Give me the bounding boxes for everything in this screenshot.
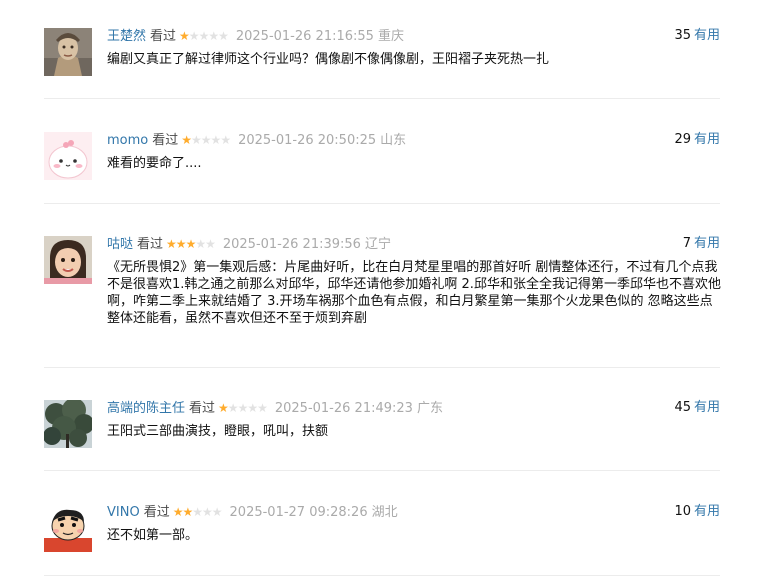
star-filled-icon: ★ bbox=[172, 505, 184, 519]
comment-location: 山东 bbox=[380, 133, 407, 148]
vote-count: 10 bbox=[674, 504, 691, 519]
comment-text: 《无所畏惧2》第一集观后感：片尾曲好听，比在白月梵星里唱的那首好听 剧情整体还行… bbox=[107, 260, 721, 326]
vote-count: 29 bbox=[674, 132, 691, 147]
comment-location: 重庆 bbox=[377, 29, 404, 44]
tree-photo-avatar-icon[interactable] bbox=[44, 400, 92, 448]
vote-count: 35 bbox=[674, 28, 691, 43]
comment-header: VINO 看过 ★★★★★ 2025-01-27 09:28:26 湖北 bbox=[107, 504, 398, 520]
star-filled-icon: ★ bbox=[179, 29, 190, 43]
comment-item: momo 看过 ★★★★★ 2025-01-26 20:50:25 山东 29 有用 难看… bbox=[44, 132, 720, 188]
comment-location: 广东 bbox=[416, 401, 443, 416]
comment-text: 难看的要命了.... bbox=[107, 156, 202, 171]
watch-status: 看过 bbox=[152, 133, 179, 148]
star-empty-icon: ★ bbox=[200, 133, 212, 147]
vote-area: 45 有用 bbox=[674, 400, 720, 416]
comment-time: 2025-01-26 20:50:25 bbox=[238, 133, 377, 148]
star-rating: ★★★★★ bbox=[179, 28, 229, 44]
star-empty-icon: ★ bbox=[210, 133, 222, 147]
watch-status: 看过 bbox=[189, 401, 216, 416]
comment-location: 湖北 bbox=[371, 505, 398, 520]
username-link[interactable]: 咕哒 bbox=[107, 237, 133, 252]
crayon-shin-chan-avatar-icon[interactable] bbox=[44, 504, 92, 552]
star-empty-icon: ★ bbox=[208, 29, 219, 43]
star-empty-icon: ★ bbox=[202, 505, 213, 519]
vote-area: 35 有用 bbox=[674, 28, 720, 44]
star-empty-icon: ★ bbox=[192, 505, 203, 519]
star-empty-icon: ★ bbox=[198, 29, 210, 43]
statue-avatar-icon[interactable] bbox=[44, 28, 92, 76]
comment-item: VINO 看过 ★★★★★ 2025-01-27 09:28:26 湖北 10 有用 还不… bbox=[44, 504, 720, 560]
comment-time: 2025-01-26 21:16:55 bbox=[235, 29, 374, 44]
comment-item: 咕哒 看过 ★★★★★ 2025-01-26 21:39:56 辽宁 7 有用 《无所畏惧… bbox=[44, 236, 721, 346]
star-rating: ★★★★★ bbox=[181, 132, 231, 148]
username-link[interactable]: VINO bbox=[107, 505, 140, 520]
star-empty-icon: ★ bbox=[220, 133, 231, 147]
comment-text: 编剧又真正了解过律师这个行业吗？偶像剧不像偶像剧，王阳褶子夹死热一扎 bbox=[107, 52, 550, 67]
watch-status: 看过 bbox=[150, 29, 177, 44]
comment-text: 还不如第一部。 bbox=[107, 528, 199, 543]
watch-status: 看过 bbox=[137, 237, 164, 252]
comment-item: 高端的陈主任 看过 ★★★★★ 2025-01-26 21:49:23 广东 45 有用 … bbox=[44, 400, 720, 456]
comment-time: 2025-01-27 09:28:26 bbox=[229, 505, 368, 520]
useful-button[interactable]: 有用 bbox=[694, 400, 720, 415]
comment-divider bbox=[44, 367, 720, 368]
comment-divider bbox=[44, 203, 720, 204]
star-filled-icon: ★ bbox=[185, 237, 197, 251]
star-rating: ★★★★★ bbox=[172, 504, 223, 520]
star-rating: ★★★★★ bbox=[218, 400, 268, 416]
comment-item: 王楚然 看过 ★★★★★ 2025-01-26 21:16:55 重庆 35 有用 编剧又… bbox=[44, 28, 720, 84]
useful-button[interactable]: 有用 bbox=[694, 236, 720, 251]
star-empty-icon: ★ bbox=[218, 29, 229, 43]
username-link[interactable]: 王楚然 bbox=[107, 29, 146, 44]
comment-time: 2025-01-26 21:49:23 bbox=[274, 401, 413, 416]
username-link[interactable]: 高端的陈主任 bbox=[107, 401, 185, 416]
star-filled-icon: ★ bbox=[166, 237, 177, 251]
child-photo-avatar-icon[interactable] bbox=[44, 236, 92, 284]
vote-area: 7 有用 bbox=[683, 236, 720, 252]
comment-header: 咕哒 看过 ★★★★★ 2025-01-26 21:39:56 辽宁 bbox=[107, 236, 391, 252]
star-empty-icon: ★ bbox=[195, 237, 206, 251]
comment-text: 王阳式三部曲演技，瞪眼，吼叫，扶额 bbox=[107, 424, 329, 439]
comment-time: 2025-01-26 21:39:56 bbox=[222, 237, 361, 252]
star-rating: ★★★★★ bbox=[166, 236, 216, 252]
watch-status: 看过 bbox=[143, 505, 170, 520]
username-link[interactable]: momo bbox=[107, 133, 148, 148]
comment-header: 高端的陈主任 看过 ★★★★★ 2025-01-26 21:49:23 广东 bbox=[107, 400, 443, 416]
comment-header: 王楚然 看过 ★★★★★ 2025-01-26 21:16:55 重庆 bbox=[107, 28, 404, 44]
comment-divider bbox=[44, 98, 720, 99]
star-empty-icon: ★ bbox=[227, 401, 239, 415]
vote-area: 29 有用 bbox=[674, 132, 720, 148]
star-empty-icon: ★ bbox=[237, 401, 249, 415]
comment-location: 辽宁 bbox=[364, 237, 391, 252]
star-empty-icon: ★ bbox=[257, 401, 268, 415]
comment-divider bbox=[44, 470, 720, 471]
comment-divider bbox=[44, 575, 720, 576]
star-empty-icon: ★ bbox=[188, 29, 200, 43]
comment-header: momo 看过 ★★★★★ 2025-01-26 20:50:25 山东 bbox=[107, 132, 406, 148]
star-filled-icon: ★ bbox=[182, 505, 193, 519]
useful-button[interactable]: 有用 bbox=[694, 504, 720, 519]
star-empty-icon: ★ bbox=[205, 237, 216, 251]
star-filled-icon: ★ bbox=[218, 401, 229, 415]
pink-cartoon-avatar-icon[interactable] bbox=[44, 132, 92, 180]
star-empty-icon: ★ bbox=[247, 401, 258, 415]
star-empty-icon: ★ bbox=[211, 505, 223, 519]
useful-button[interactable]: 有用 bbox=[694, 28, 720, 43]
vote-area: 10 有用 bbox=[674, 504, 720, 520]
star-filled-icon: ★ bbox=[175, 237, 187, 251]
vote-count: 7 bbox=[682, 236, 691, 251]
useful-button[interactable]: 有用 bbox=[694, 132, 720, 147]
vote-count: 45 bbox=[674, 400, 691, 415]
star-empty-icon: ★ bbox=[191, 133, 202, 147]
star-filled-icon: ★ bbox=[181, 133, 192, 147]
